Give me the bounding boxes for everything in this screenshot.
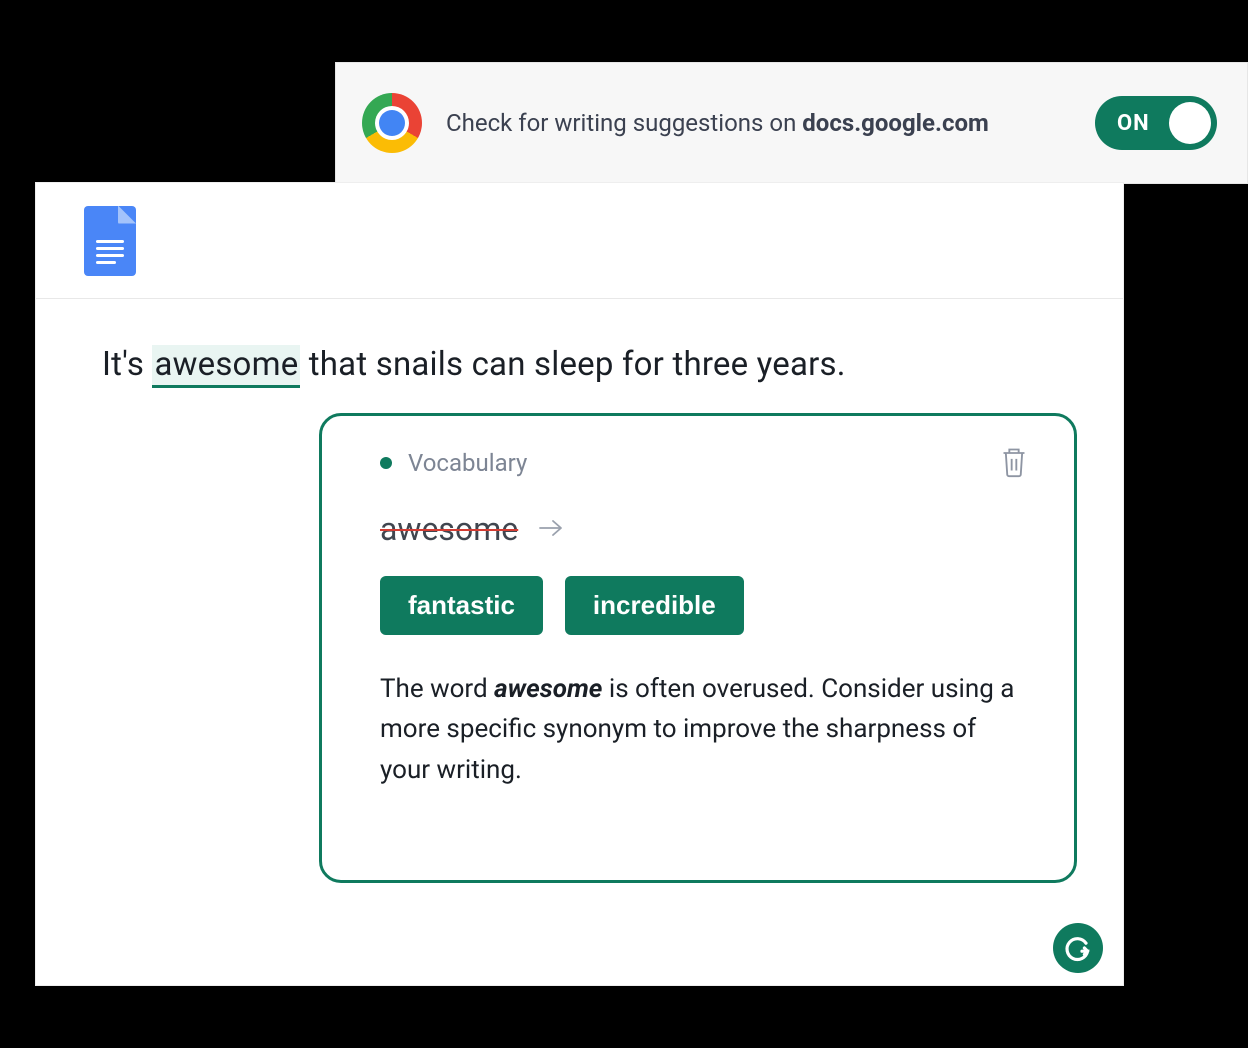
suggestion-chip-fantastic[interactable]: fantastic — [380, 576, 543, 635]
strike-row: awesome — [380, 510, 1028, 548]
explanation-text: The word awesome is often overused. Cons… — [380, 669, 1028, 790]
flagged-word[interactable]: awesome — [152, 345, 300, 388]
arrow-right-icon — [538, 513, 564, 546]
document-card: It's awesome that snails can sleep for t… — [36, 183, 1123, 985]
grammarly-icon — [1062, 932, 1094, 964]
grammarly-badge[interactable] — [1053, 923, 1103, 973]
strike-word: awesome — [380, 510, 518, 548]
trash-icon — [1000, 446, 1028, 479]
explanation-pre: The word — [380, 674, 494, 704]
extension-bar: Check for writing suggestions on docs.go… — [335, 62, 1248, 184]
toggle-knob — [1169, 102, 1211, 144]
toggle-label: ON — [1117, 111, 1150, 136]
extension-text-prefix: Check for writing suggestions on — [446, 109, 802, 137]
extension-domain: docs.google.com — [802, 109, 988, 137]
category-dot-icon — [380, 457, 392, 469]
document-sentence: It's awesome that snails can sleep for t… — [102, 345, 1057, 384]
suggestions-toggle[interactable]: ON — [1095, 96, 1217, 150]
category-label: Vocabulary — [408, 449, 527, 477]
sentence-post: that snails can sleep for three years. — [300, 345, 845, 384]
document-body: It's awesome that snails can sleep for t… — [36, 299, 1123, 985]
document-header — [36, 183, 1123, 299]
popup-header: Vocabulary — [380, 446, 1028, 480]
suggestion-chips: fantastic incredible — [380, 576, 1028, 635]
google-docs-icon — [84, 206, 136, 276]
dismiss-button[interactable] — [1000, 446, 1028, 480]
explanation-em: awesome — [494, 674, 602, 704]
suggestion-popup: Vocabulary awesome — [319, 413, 1077, 883]
extension-text: Check for writing suggestions on docs.go… — [446, 107, 1071, 139]
chrome-icon — [362, 93, 422, 153]
sentence-pre: It's — [102, 345, 152, 384]
suggestion-chip-incredible[interactable]: incredible — [565, 576, 744, 635]
